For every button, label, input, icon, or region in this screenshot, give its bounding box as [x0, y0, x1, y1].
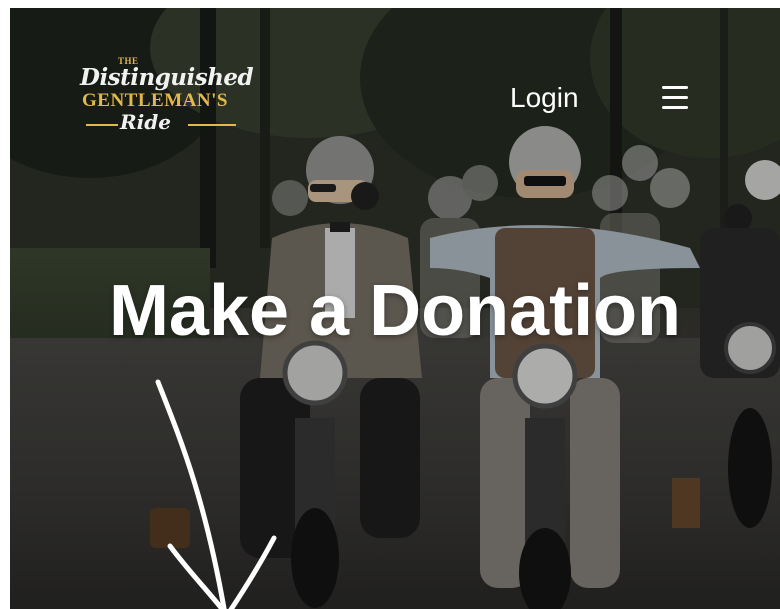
logo-rule-left — [86, 124, 118, 126]
logo-gentlemans: GENTLEMAN'S — [82, 90, 228, 111]
hand-drawn-down-arrow-icon — [155, 379, 277, 609]
page-title: Make a Donation — [108, 271, 682, 351]
hero-banner: THE Distinguished GENTLEMAN'S Ride Login… — [10, 8, 780, 609]
logo-ride: Ride — [120, 110, 171, 134]
hamburger-menu-icon[interactable] — [662, 86, 688, 110]
logo-distinguished: Distinguished — [80, 64, 254, 91]
site-logo[interactable]: THE Distinguished GENTLEMAN'S Ride — [80, 56, 254, 136]
login-link[interactable]: Login — [510, 82, 579, 114]
logo-rule-right — [188, 124, 236, 126]
